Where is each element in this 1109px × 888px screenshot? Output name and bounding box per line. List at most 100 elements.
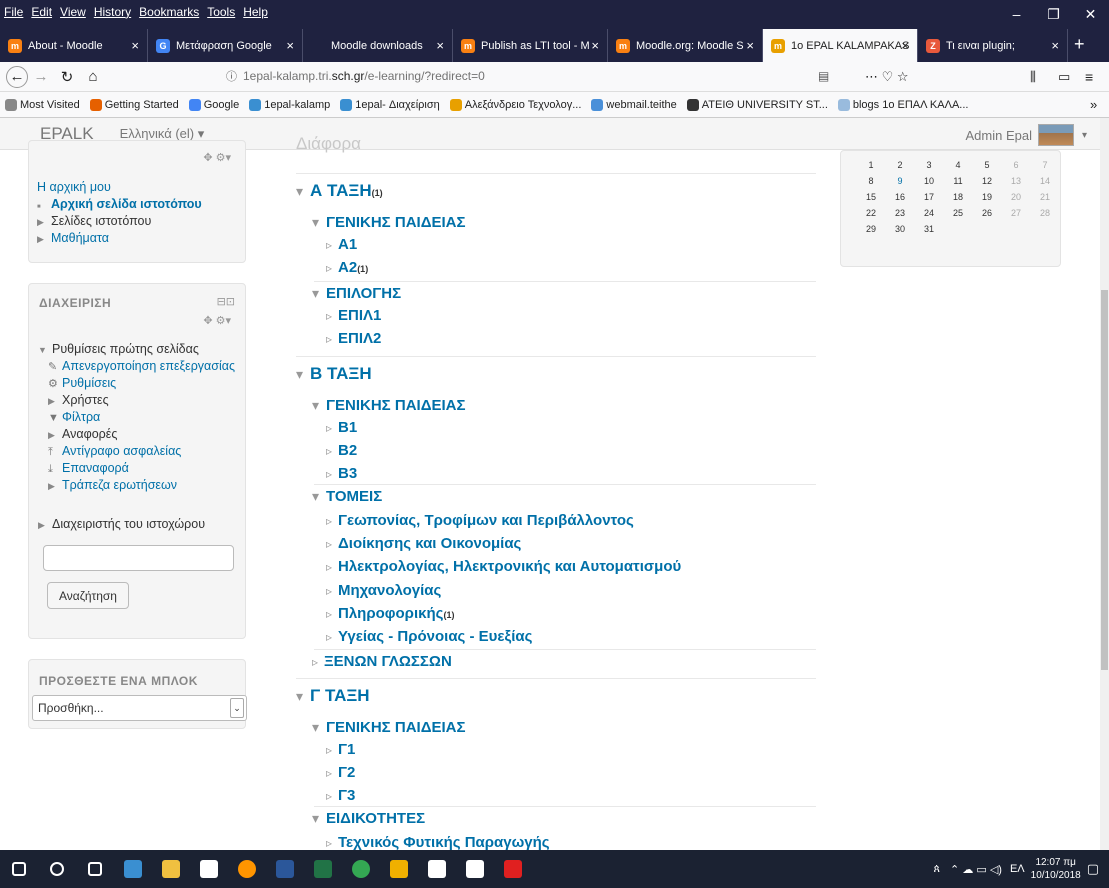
category-heading[interactable]: Διάφορα xyxy=(296,134,361,154)
tab-5[interactable]: m Moodle.org: Moodle S × xyxy=(608,29,763,62)
back-icon[interactable]: ← xyxy=(6,65,28,88)
category-link[interactable]: ▹ Β3 xyxy=(326,465,357,482)
close-icon[interactable]: ✕ xyxy=(1072,0,1109,23)
calendar-day[interactable]: 18 xyxy=(947,192,969,202)
calendar-day[interactable]: 7 xyxy=(1034,160,1056,170)
subcategory-heading[interactable]: ▾ ΕΠΙΛΟΓΗΣ xyxy=(312,285,401,302)
calendar-day[interactable]: 24 xyxy=(918,208,940,218)
calendar-day[interactable]: 11 xyxy=(947,176,969,186)
admin-item[interactable]: ▶ Αναφορές xyxy=(38,426,235,443)
category-link[interactable]: ▹ ΕΠΙΛ1 xyxy=(326,307,381,324)
calendar-day[interactable]: 25 xyxy=(947,208,969,218)
subcategory-heading[interactable]: ▾ ΓΕΝΙΚΗΣ ΠΑΙΔΕΙΑΣ xyxy=(312,214,465,231)
calendar-day[interactable]: 21 xyxy=(1034,192,1056,202)
nav-item[interactable]: ▶ Μαθήματα xyxy=(37,230,202,247)
category-link[interactable]: ▹ Διοίκησης και Οικονομίας xyxy=(326,535,521,552)
user-menu[interactable]: Admin Epal ▾ xyxy=(965,124,1087,146)
tab-7[interactable]: Z Τι ειναι plugin; × xyxy=(918,29,1068,62)
url-bar[interactable]: ⓘ 1epal-kalamp.tri. sch.gr/e-learning/?re… xyxy=(226,65,926,87)
calendar-day[interactable]: 31 xyxy=(918,224,940,234)
admin-item[interactable]: ⤒ Αντίγραφο ασφαλείας xyxy=(38,443,235,460)
reload-icon[interactable]: ↻ xyxy=(54,68,80,86)
taskbar-store-icon[interactable] xyxy=(190,850,228,888)
tab-close-icon[interactable]: × xyxy=(131,38,139,53)
admin-item[interactable]: ⤓ Επαναφορά xyxy=(38,460,235,477)
tab-2[interactable]: G Μετάφραση Google × xyxy=(148,29,303,62)
category-link[interactable]: ▹ Υγείας - Πρόνοιας - Ευεξίας xyxy=(326,628,532,645)
category-link[interactable]: ▹ Γ2 xyxy=(326,764,355,781)
tab-4[interactable]: m Publish as LTI tool - M × xyxy=(453,29,608,62)
maximize-icon[interactable]: ❐ xyxy=(1035,0,1072,23)
notifications-icon[interactable]: ▢ xyxy=(1087,861,1099,877)
taskbar-app-icon[interactable] xyxy=(456,850,494,888)
taskbar-windows-start-icon[interactable] xyxy=(0,850,38,888)
calendar-day[interactable]: 3 xyxy=(918,160,940,170)
nav-item[interactable]: Η αρχική μου xyxy=(37,179,202,196)
calendar-day[interactable]: 14 xyxy=(1034,176,1056,186)
category-link[interactable]: ▹ Μηχανολογίας xyxy=(326,582,441,599)
taskbar-outlook-icon[interactable] xyxy=(380,850,418,888)
calendar-day[interactable]: 30 xyxy=(889,224,911,234)
calendar-day[interactable]: 29 xyxy=(860,224,882,234)
bookmark-item[interactable]: webmail.teithe xyxy=(586,98,681,111)
bookmark-item[interactable]: Most Visited xyxy=(0,98,85,111)
category-link[interactable]: ▹ Β2 xyxy=(326,442,357,459)
taskbar-search-icon[interactable] xyxy=(38,850,76,888)
tab-close-icon[interactable]: × xyxy=(1051,38,1059,53)
category-link[interactable]: ▹ Τεχνικός Φυτικής Παραγωγής xyxy=(326,834,550,851)
category-link[interactable]: ▹ ΕΠΙΛ2 xyxy=(326,330,381,347)
calendar-day[interactable]: 19 xyxy=(976,192,998,202)
menu-view[interactable]: View xyxy=(56,0,90,19)
calendar-day[interactable]: 10 xyxy=(918,176,940,186)
tab-close-icon[interactable]: × xyxy=(286,38,294,53)
subcategory-heading[interactable]: ▾ ΕΙΔΙΚΟΤΗΤΕΣ xyxy=(312,810,425,827)
admin-item[interactable]: ✎ Απενεργοποίηση επεξεργασίας xyxy=(38,358,235,375)
calendar-day[interactable]: 16 xyxy=(889,192,911,202)
calendar-day[interactable]: 6 xyxy=(1005,160,1027,170)
taskbar-firefox-icon[interactable] xyxy=(228,850,266,888)
tab-close-icon[interactable]: × xyxy=(436,38,444,53)
language-indicator[interactable]: ΕΛ xyxy=(1010,863,1025,875)
people-icon[interactable]: ጰ xyxy=(933,863,940,876)
taskbar-word-icon[interactable] xyxy=(266,850,304,888)
new-tab-icon[interactable]: + xyxy=(1068,29,1085,62)
taskbar-excel-icon[interactable] xyxy=(304,850,342,888)
menu-help[interactable]: Help xyxy=(239,0,272,19)
bookmark-item[interactable]: ATEIΘ UNIVERSITY ST... xyxy=(682,98,833,111)
subcategory-heading[interactable]: ▹ ΞΕΝΩΝ ΓΛΩΣΣΩΝ xyxy=(312,653,452,670)
site-admin-item[interactable]: ▶ Διαχειριστής του ιστοχώρου xyxy=(38,516,205,533)
subcategory-heading[interactable]: ▾ ΤΟΜΕΙΣ xyxy=(312,488,382,505)
bookmark-item[interactable]: Αλεξάνδρειο Τεχνολογ... xyxy=(445,98,587,111)
taskbar-acrobat-icon[interactable] xyxy=(494,850,532,888)
block-controls-icon[interactable]: ✥ ⚙▾ xyxy=(203,151,231,164)
admin-item[interactable]: ▼ Ρυθμίσεις πρώτης σελίδας xyxy=(38,341,235,358)
taskbar-notepad-icon[interactable] xyxy=(418,850,456,888)
bookmark-item[interactable]: 1epal-kalamp xyxy=(244,98,335,111)
menu-file[interactable]: File xyxy=(0,0,27,19)
calendar-day[interactable]: 9 xyxy=(889,176,911,186)
tab-1[interactable]: m About - Moodle × xyxy=(0,29,148,62)
nav-item[interactable]: ▶ Σελίδες ιστοτόπου xyxy=(37,213,202,230)
admin-search-input[interactable] xyxy=(43,545,234,571)
menu-edit[interactable]: Edit xyxy=(27,0,56,19)
subcategory-heading[interactable]: ▾ ΓΕΝΙΚΗΣ ΠΑΙΔΕΙΑΣ xyxy=(312,719,465,736)
menu-history[interactable]: History xyxy=(90,0,135,19)
calendar-day[interactable]: 26 xyxy=(976,208,998,218)
calendar-day[interactable]: 13 xyxy=(1005,176,1027,186)
tab-3[interactable]: Moodle downloads × xyxy=(303,29,453,62)
menu-tools[interactable]: Tools xyxy=(203,0,239,19)
category-link[interactable]: ▹ Γεωπονίας, Τροφίμων και Περιβάλλοντος xyxy=(326,512,634,529)
minimize-icon[interactable]: – xyxy=(998,0,1035,23)
calendar-day[interactable]: 8 xyxy=(860,176,882,186)
tab-close-icon[interactable]: × xyxy=(901,38,909,53)
admin-item[interactable]: ▶ Τράπεζα ερωτήσεων xyxy=(38,477,235,494)
bookmark-item[interactable]: Getting Started xyxy=(85,98,184,111)
tray-icons[interactable]: ⌃ ☁ ▭ ◁) xyxy=(950,863,1002,876)
scrollbar-thumb[interactable] xyxy=(1101,290,1108,670)
admin-item[interactable]: ⚙ Ρυθμίσεις xyxy=(38,375,235,392)
tab-6[interactable]: m 1o EPAL KALAMPAKAS × xyxy=(763,29,918,62)
calendar-day[interactable]: 27 xyxy=(1005,208,1027,218)
block-controls-icon[interactable]: ✥ ⚙▾ xyxy=(203,314,231,327)
category-link[interactable]: ▹ Α1 xyxy=(326,236,357,253)
library-icon[interactable]: ⫼ xyxy=(1030,69,1036,85)
